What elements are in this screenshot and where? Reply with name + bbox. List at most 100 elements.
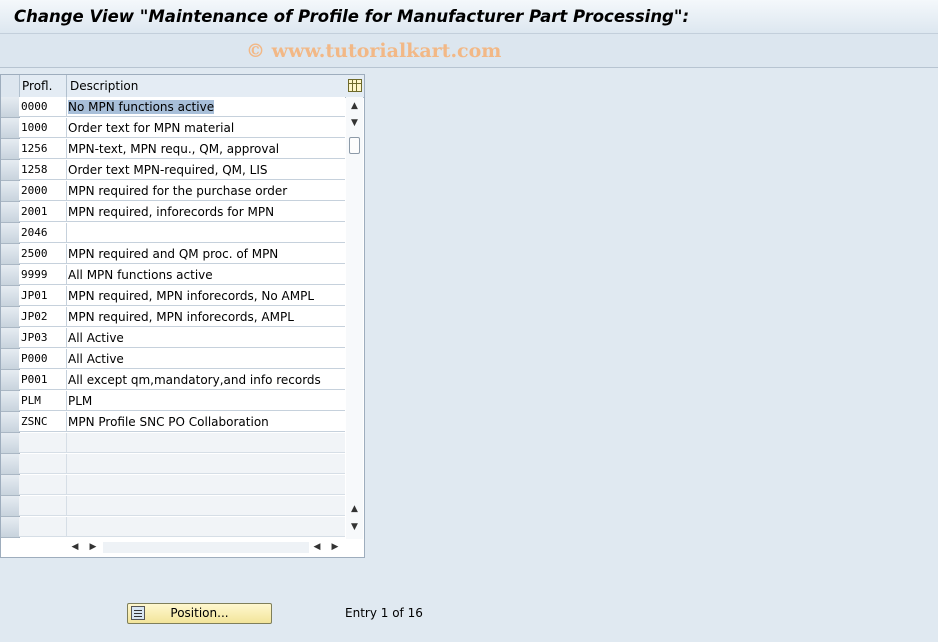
description-cell[interactable]: All Active bbox=[67, 349, 345, 369]
profile-cell[interactable]: 2500 bbox=[19, 244, 67, 264]
profile-cell[interactable]: 2000 bbox=[19, 181, 67, 201]
table-row[interactable]: JP03 All Active bbox=[1, 328, 345, 349]
description-cell[interactable]: All except qm,mandatory,and info records bbox=[67, 370, 345, 390]
row-selector[interactable] bbox=[1, 496, 20, 517]
row-selector[interactable] bbox=[1, 181, 20, 202]
horizontal-scrollbar[interactable]: ◀ ▶ ◀ ▶ bbox=[67, 539, 345, 556]
profile-cell[interactable]: PLM bbox=[19, 391, 67, 411]
profile-cell[interactable] bbox=[19, 496, 67, 516]
profile-cell[interactable]: 1256 bbox=[19, 139, 67, 159]
description-cell[interactable]: MPN required and QM proc. of MPN bbox=[67, 244, 345, 264]
scroll-right-icon[interactable]: ▶ bbox=[329, 539, 341, 556]
row-selector[interactable] bbox=[1, 139, 20, 160]
row-selector[interactable] bbox=[1, 202, 20, 223]
description-cell[interactable] bbox=[67, 517, 345, 537]
description-cell[interactable] bbox=[67, 223, 345, 243]
table-row[interactable]: P000 All Active bbox=[1, 349, 345, 370]
row-selector[interactable] bbox=[1, 307, 20, 328]
empty-table-row[interactable] bbox=[1, 475, 345, 496]
vertical-scrollbar[interactable]: ▲ ▼ ▲ ▼ bbox=[346, 97, 363, 539]
description-cell[interactable]: MPN required, inforecords for MPN bbox=[67, 202, 345, 222]
row-selector[interactable] bbox=[1, 160, 20, 181]
row-selector[interactable] bbox=[1, 328, 20, 349]
scroll-right-icon[interactable]: ▶ bbox=[87, 539, 99, 556]
profile-cell[interactable]: 1000 bbox=[19, 118, 67, 138]
row-selector[interactable] bbox=[1, 223, 20, 244]
profile-cell[interactable]: P001 bbox=[19, 370, 67, 390]
empty-table-row[interactable] bbox=[1, 496, 345, 517]
description-cell[interactable]: PLM bbox=[67, 391, 345, 411]
description-cell[interactable]: MPN required for the purchase order bbox=[67, 181, 345, 201]
column-header-profl[interactable]: Profl. bbox=[19, 75, 67, 97]
profile-cell[interactable] bbox=[19, 475, 67, 495]
table-row[interactable]: JP02 MPN required, MPN inforecords, AMPL bbox=[1, 307, 345, 328]
table-row[interactable]: 2046 bbox=[1, 223, 345, 244]
profile-cell[interactable] bbox=[19, 433, 67, 453]
description-cell[interactable]: Order text MPN-required, QM, LIS bbox=[67, 160, 345, 180]
description-cell[interactable] bbox=[67, 496, 345, 516]
profile-cell[interactable]: JP02 bbox=[19, 307, 67, 327]
position-button[interactable]: Position... bbox=[127, 603, 272, 624]
table-row[interactable]: 2001 MPN required, inforecords for MPN bbox=[1, 202, 345, 223]
row-selector[interactable] bbox=[1, 286, 20, 307]
row-selector[interactable] bbox=[1, 244, 20, 265]
scroll-left-icon[interactable]: ◀ bbox=[311, 539, 323, 556]
table-row[interactable]: ZSNC MPN Profile SNC PO Collaboration bbox=[1, 412, 345, 433]
row-selector[interactable] bbox=[1, 118, 20, 139]
column-header-description[interactable]: Description bbox=[67, 75, 345, 97]
profile-cell[interactable]: JP03 bbox=[19, 328, 67, 348]
empty-table-row[interactable] bbox=[1, 517, 345, 538]
description-cell[interactable]: Order text for MPN material bbox=[67, 118, 345, 138]
table-row[interactable]: 2500 MPN required and QM proc. of MPN bbox=[1, 244, 345, 265]
profile-cell[interactable]: 0000 bbox=[19, 97, 67, 117]
profile-cell[interactable]: 2046 bbox=[19, 223, 67, 243]
scroll-page-down-icon[interactable]: ▼ bbox=[346, 520, 363, 534]
profile-cell[interactable]: 9999 bbox=[19, 265, 67, 285]
scroll-page-up-icon[interactable]: ▲ bbox=[346, 502, 363, 516]
empty-table-row[interactable] bbox=[1, 433, 345, 454]
row-selector[interactable] bbox=[1, 433, 20, 454]
row-selector[interactable] bbox=[1, 349, 20, 370]
description-cell[interactable] bbox=[67, 433, 345, 453]
description-cell[interactable]: No MPN functions active bbox=[67, 97, 345, 117]
row-selector[interactable] bbox=[1, 412, 20, 433]
horizontal-scroll-track[interactable] bbox=[103, 542, 309, 553]
select-all-cell[interactable] bbox=[1, 75, 20, 97]
profile-cell[interactable]: 1258 bbox=[19, 160, 67, 180]
table-row[interactable]: 1256 MPN-text, MPN requ., QM, approval bbox=[1, 139, 345, 160]
profile-cell[interactable] bbox=[19, 454, 67, 474]
table-row[interactable]: PLM PLM bbox=[1, 391, 345, 412]
description-cell[interactable] bbox=[67, 475, 345, 495]
description-cell[interactable] bbox=[67, 454, 345, 474]
table-row[interactable]: JP01 MPN required, MPN inforecords, No AM… bbox=[1, 286, 345, 307]
table-row[interactable]: 1258 Order text MPN-required, QM, LIS bbox=[1, 160, 345, 181]
description-cell[interactable]: MPN Profile SNC PO Collaboration bbox=[67, 412, 345, 432]
profile-cell[interactable]: 2001 bbox=[19, 202, 67, 222]
row-selector[interactable] bbox=[1, 370, 20, 391]
table-row[interactable]: 2000 MPN required for the purchase order bbox=[1, 181, 345, 202]
scroll-up-icon[interactable]: ▲ bbox=[346, 99, 363, 113]
table-row[interactable]: 0000 No MPN functions active bbox=[1, 97, 345, 118]
profile-cell[interactable]: ZSNC bbox=[19, 412, 67, 432]
table-row[interactable]: 1000 Order text for MPN material bbox=[1, 118, 345, 139]
row-selector[interactable] bbox=[1, 454, 20, 475]
table-row[interactable]: P001 All except qm,mandatory,and info rec… bbox=[1, 370, 345, 391]
row-selector[interactable] bbox=[1, 517, 20, 538]
scroll-down-icon[interactable]: ▼ bbox=[346, 116, 363, 130]
profile-cell[interactable]: P000 bbox=[19, 349, 67, 369]
row-selector[interactable] bbox=[1, 97, 20, 118]
row-selector[interactable] bbox=[1, 391, 20, 412]
description-cell[interactable]: All MPN functions active bbox=[67, 265, 345, 285]
row-selector[interactable] bbox=[1, 265, 20, 286]
description-cell[interactable]: MPN-text, MPN requ., QM, approval bbox=[67, 139, 345, 159]
description-cell[interactable]: MPN required, MPN inforecords, AMPL bbox=[67, 307, 345, 327]
empty-table-row[interactable] bbox=[1, 454, 345, 475]
table-row[interactable]: 9999 All MPN functions active bbox=[1, 265, 345, 286]
table-settings-icon[interactable] bbox=[348, 79, 362, 92]
profile-cell[interactable]: JP01 bbox=[19, 286, 67, 306]
description-cell[interactable]: All Active bbox=[67, 328, 345, 348]
scroll-thumb[interactable] bbox=[349, 137, 360, 154]
scroll-left-icon[interactable]: ◀ bbox=[69, 539, 81, 556]
profile-cell[interactable] bbox=[19, 517, 67, 537]
description-cell[interactable]: MPN required, MPN inforecords, No AMPL bbox=[67, 286, 345, 306]
